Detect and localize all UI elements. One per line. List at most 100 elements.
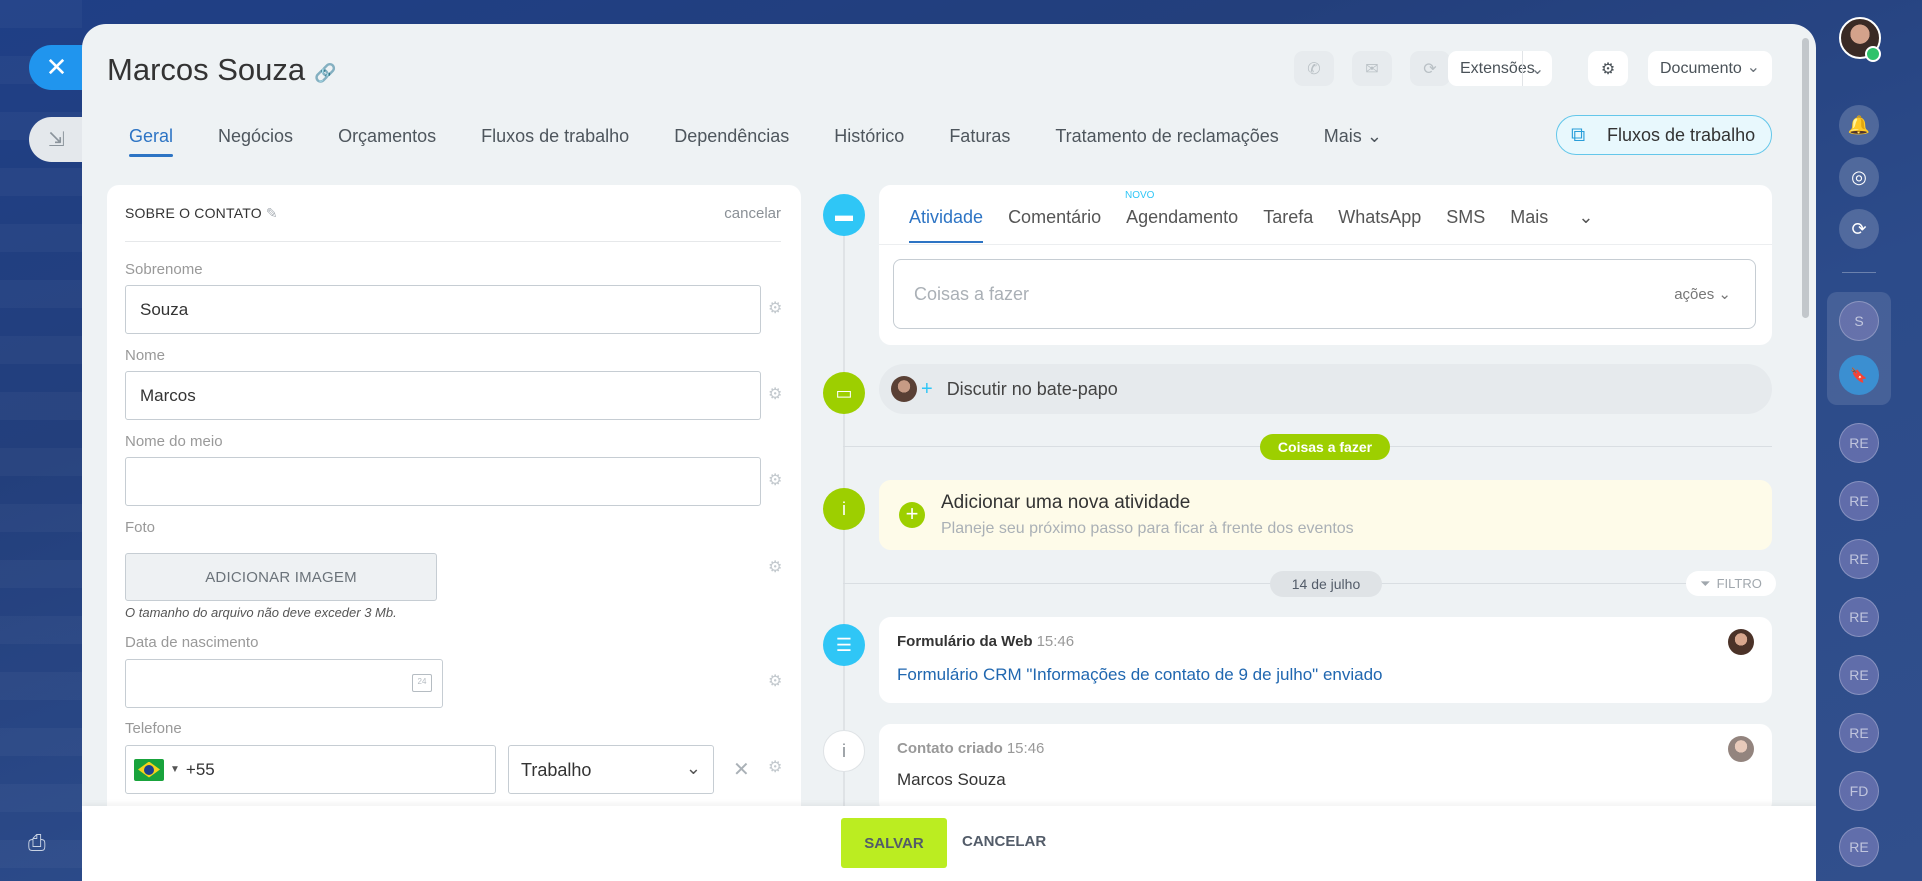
gear-icon[interactable]: ⚙	[768, 470, 782, 490]
email-button[interactable]: ✉	[1352, 51, 1392, 86]
chat-avatar[interactable]: RE	[1839, 713, 1879, 753]
divider	[125, 241, 781, 242]
todo-pill: Coisas a fazer	[1260, 434, 1390, 460]
remove-phone-icon[interactable]: ✕	[733, 757, 750, 782]
gear-icon[interactable]: ⚙	[768, 384, 782, 404]
tab-tarefa[interactable]: Tarefa	[1263, 207, 1313, 228]
group-avatar[interactable]: S	[1839, 301, 1879, 341]
actions-label: ações	[1674, 286, 1715, 303]
settings-button[interactable]: ⚙	[1588, 51, 1628, 86]
document-dropdown[interactable]: Documento ⌄	[1648, 51, 1772, 86]
timeline-item-title: Contato criado 15:46	[897, 740, 1044, 757]
gear-icon[interactable]: ⚙	[768, 298, 782, 318]
tab-faturas[interactable]: Faturas	[949, 124, 1010, 184]
contact-card-title: SOBRE O CONTATO	[125, 205, 262, 221]
tab-atividade[interactable]: Atividade	[909, 207, 984, 243]
chevron-down-icon: ⌄	[1366, 126, 1382, 146]
tab-sms[interactable]: SMS	[1446, 207, 1485, 228]
chat-avatar[interactable]: FD	[1839, 771, 1879, 811]
tab-negocios[interactable]: Negócios	[218, 124, 293, 184]
call-button[interactable]: ✆	[1294, 51, 1334, 86]
timeline-item-link[interactable]: Formulário CRM "Informações de contato d…	[897, 665, 1383, 685]
minimize-button[interactable]: ⇲	[29, 117, 84, 162]
link-icon[interactable]: 🔗	[314, 63, 336, 84]
plus-circle-icon[interactable]: +	[899, 502, 925, 528]
actions-dropdown[interactable]: ações ⌄	[1674, 285, 1731, 303]
chat-avatar[interactable]: RE	[1839, 481, 1879, 521]
tab-agendamento[interactable]: Agendamento	[1126, 207, 1238, 228]
birth-date-label: Data de nascimento	[125, 634, 259, 651]
chat-icon: ▭	[823, 372, 865, 414]
bell-icon[interactable]: 🔔	[1839, 105, 1879, 145]
divider	[879, 244, 1772, 245]
contact-card: SOBRE O CONTATO ✎ cancelar Sobrenome Sou…	[107, 185, 801, 881]
todo-input[interactable]: Coisas a fazer ações ⌄	[893, 259, 1756, 329]
workflow-icon: ⧉	[1571, 124, 1586, 146]
add-activity-card[interactable]: + Adicionar uma nova atividade Planeje s…	[879, 480, 1772, 550]
photo-label: Foto	[125, 519, 156, 536]
gear-icon[interactable]: ⚙	[768, 757, 782, 777]
name-field[interactable]: Marcos	[125, 371, 761, 420]
chat-avatar[interactable]: RE	[1839, 827, 1879, 867]
bookmark-icon[interactable]: 🔖	[1839, 355, 1879, 395]
close-slider-button[interactable]: ✕	[29, 45, 84, 90]
pencil-icon[interactable]: ✎	[266, 205, 278, 221]
timeline-item-time: 15:46	[1036, 633, 1075, 650]
extensions-dropdown[interactable]: Extensões ⌄	[1448, 51, 1552, 86]
birth-date-field[interactable]: 24	[125, 659, 443, 708]
chat-avatar[interactable]: RE	[1839, 655, 1879, 695]
phone-field[interactable]: ▼ +55	[125, 745, 496, 794]
name-label: Nome	[125, 347, 166, 364]
sync-button[interactable]: ⟳	[1410, 51, 1450, 86]
tab-geral[interactable]: Geral	[129, 124, 174, 184]
tab-whatsapp[interactable]: WhatsApp	[1338, 207, 1421, 228]
cancel-edit-link[interactable]: cancelar	[724, 205, 781, 222]
timeline-item: Formulário da Web 15:46 Formulário CRM "I…	[879, 617, 1772, 703]
middle-name-field[interactable]	[125, 457, 761, 506]
scrollbar[interactable]	[1802, 38, 1809, 318]
surname-label: Sobrenome	[125, 261, 203, 278]
tab-mais-activity[interactable]: Mais ⌄	[1510, 207, 1618, 228]
chat-avatar[interactable]: RE	[1839, 423, 1879, 463]
chat-avatar[interactable]: RE	[1839, 539, 1879, 579]
tab-historico[interactable]: Histórico	[834, 124, 904, 184]
gear-icon[interactable]: ⚙	[768, 671, 782, 691]
timeline-item: Contato criado 15:46 Marcos Souza	[879, 724, 1772, 814]
printer-icon[interactable]: ⎙	[28, 830, 56, 855]
phone-type-value: Trabalho	[521, 760, 592, 780]
tab-reclamacoes[interactable]: Tratamento de reclamações	[1055, 124, 1278, 184]
phone-label: Telefone	[125, 720, 182, 737]
add-image-button[interactable]: ADICIONAR IMAGEM	[125, 553, 437, 601]
comment-icon: ▬	[823, 194, 865, 236]
caret-down-icon[interactable]: ▼	[170, 764, 180, 775]
avatar	[1728, 629, 1754, 655]
filter-button[interactable]: ⏷ FILTRO	[1686, 571, 1776, 596]
tab-orcamentos[interactable]: Orçamentos	[338, 124, 436, 184]
footer-bar: SALVAR CANCELAR	[82, 806, 1816, 881]
gear-icon[interactable]: ⚙	[768, 557, 782, 577]
brazil-flag-icon[interactable]	[134, 758, 164, 781]
middle-name-label: Nome do meio	[125, 433, 223, 450]
chevron-down-icon: ⌄	[1746, 59, 1760, 76]
timeline-item-text: Marcos Souza	[897, 770, 1006, 789]
tab-comentario[interactable]: Comentário	[1008, 207, 1101, 228]
add-activity-subtitle: Planeje seu próximo passo para ficar à f…	[941, 520, 1354, 537]
tab-mais[interactable]: Mais ⌄	[1324, 124, 1382, 184]
discuss-chat-button[interactable]: + Discutir no bate-papo	[879, 364, 1772, 414]
page-title: Marcos Souza	[107, 52, 306, 87]
cancel-button[interactable]: CANCELAR	[962, 833, 1046, 850]
avatar	[891, 376, 917, 402]
divider	[1842, 272, 1876, 273]
tab-fluxos[interactable]: Fluxos de trabalho	[481, 124, 629, 184]
workflows-button[interactable]: ⧉ Fluxos de trabalho	[1556, 115, 1772, 155]
phone-type-select[interactable]: Trabalho ⌄	[508, 745, 714, 794]
calendar-icon[interactable]: 24	[412, 674, 432, 692]
minimize-icon: ⇲	[48, 129, 65, 151]
tab-dependencias[interactable]: Dependências	[674, 124, 789, 184]
surname-field[interactable]: Souza	[125, 285, 761, 334]
sync-icon[interactable]: ⟳	[1839, 209, 1879, 249]
save-button[interactable]: SALVAR	[841, 818, 947, 868]
document-label: Documento	[1660, 59, 1742, 77]
chat-avatar[interactable]: RE	[1839, 597, 1879, 637]
target-icon[interactable]: ◎	[1839, 157, 1879, 197]
